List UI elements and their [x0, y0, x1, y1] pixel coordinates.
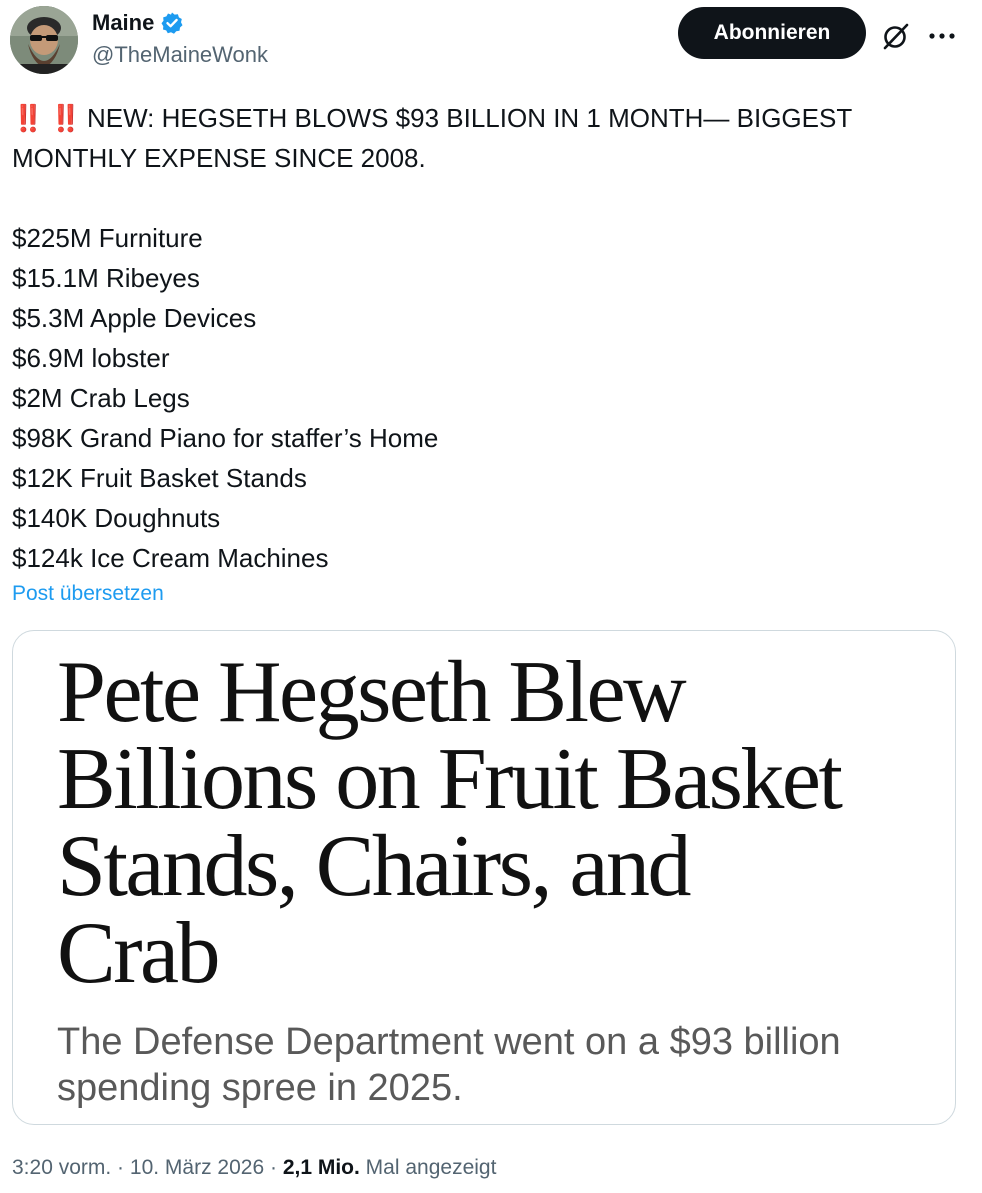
card-title-line: Stands, Chairs, and — [57, 818, 692, 915]
expense-item: $98K Grand Piano for staffer’s Home — [12, 423, 439, 453]
expense-item: $6.9M lobster — [12, 343, 170, 373]
grok-icon[interactable] — [880, 20, 912, 52]
avatar[interactable] — [10, 6, 78, 74]
card-subtitle-line: spending spree in 2025. — [57, 1067, 463, 1109]
double-exclamation-icon: ‼️ ‼️ — [12, 103, 82, 133]
post-date[interactable]: 10. März 2026 — [130, 1156, 264, 1179]
views-label: Mal angezeigt — [359, 1156, 497, 1179]
expense-item: $5.3M Apple Devices — [12, 303, 257, 333]
expense-item: $15.1M Ribeyes — [12, 263, 200, 293]
card-subtitle-line: The Defense Department went on a $93 bil… — [57, 1021, 841, 1063]
card-subtitle: The Defense Department went on a $93 bil… — [57, 1019, 937, 1111]
follow-button[interactable]: Abonnieren — [678, 7, 866, 59]
tweet-header: Maine @TheMaineWonk Abonnieren — [10, 6, 962, 76]
tweet-meta: 3:20 vorm. · 10. März 2026 · 2,1 Mio. Ma… — [12, 1156, 496, 1180]
verified-badge-icon[interactable] — [160, 11, 184, 35]
tweet-headline-line-2: MONTHLY EXPENSE SINCE 2008. — [12, 143, 426, 173]
card-title-line: Billions on Fruit Basket — [57, 731, 843, 828]
more-icon[interactable] — [926, 20, 958, 52]
display-name[interactable]: Maine — [92, 10, 154, 36]
expense-item: $124k Ice Cream Machines — [12, 543, 329, 573]
author-names: Maine @TheMaineWonk — [92, 8, 268, 68]
expense-item: $2M Crab Legs — [12, 383, 190, 413]
link-preview-card[interactable]: Pete Hegseth Blew Billions on Fruit Bask… — [12, 630, 956, 1125]
tweet-headline-text: NEW: HEGSETH BLOWS $93 BILLION IN 1 MONT… — [86, 103, 853, 133]
translate-post-link[interactable]: Post übersetzen — [12, 582, 164, 606]
card-title-line: Pete Hegseth Blew — [57, 644, 687, 741]
card-title: Pete Hegseth Blew Billions on Fruit Bask… — [57, 644, 937, 1002]
display-name-row: Maine — [92, 8, 268, 38]
views-count: 2,1 Mio. — [282, 1156, 360, 1179]
expense-item: $140K Doughnuts — [12, 503, 221, 533]
avatar-image — [10, 6, 78, 74]
post-time[interactable]: 3:20 vorm. — [12, 1156, 111, 1179]
tweet-headline-line-1: ‼️ ‼️ NEW: HEGSETH BLOWS $93 BILLION IN 1… — [12, 98, 952, 138]
author-handle[interactable]: @TheMaineWonk — [92, 42, 268, 68]
tweet-body: ‼️ ‼️ NEW: HEGSETH BLOWS $93 BILLION IN 1… — [12, 98, 952, 578]
expense-item: $12K Fruit Basket Stands — [12, 463, 307, 493]
meta-separator: · — [264, 1156, 283, 1179]
card-title-line: Crab — [57, 905, 221, 1002]
expense-item: $225M Furniture — [12, 223, 203, 253]
meta-separator: · — [111, 1156, 130, 1179]
